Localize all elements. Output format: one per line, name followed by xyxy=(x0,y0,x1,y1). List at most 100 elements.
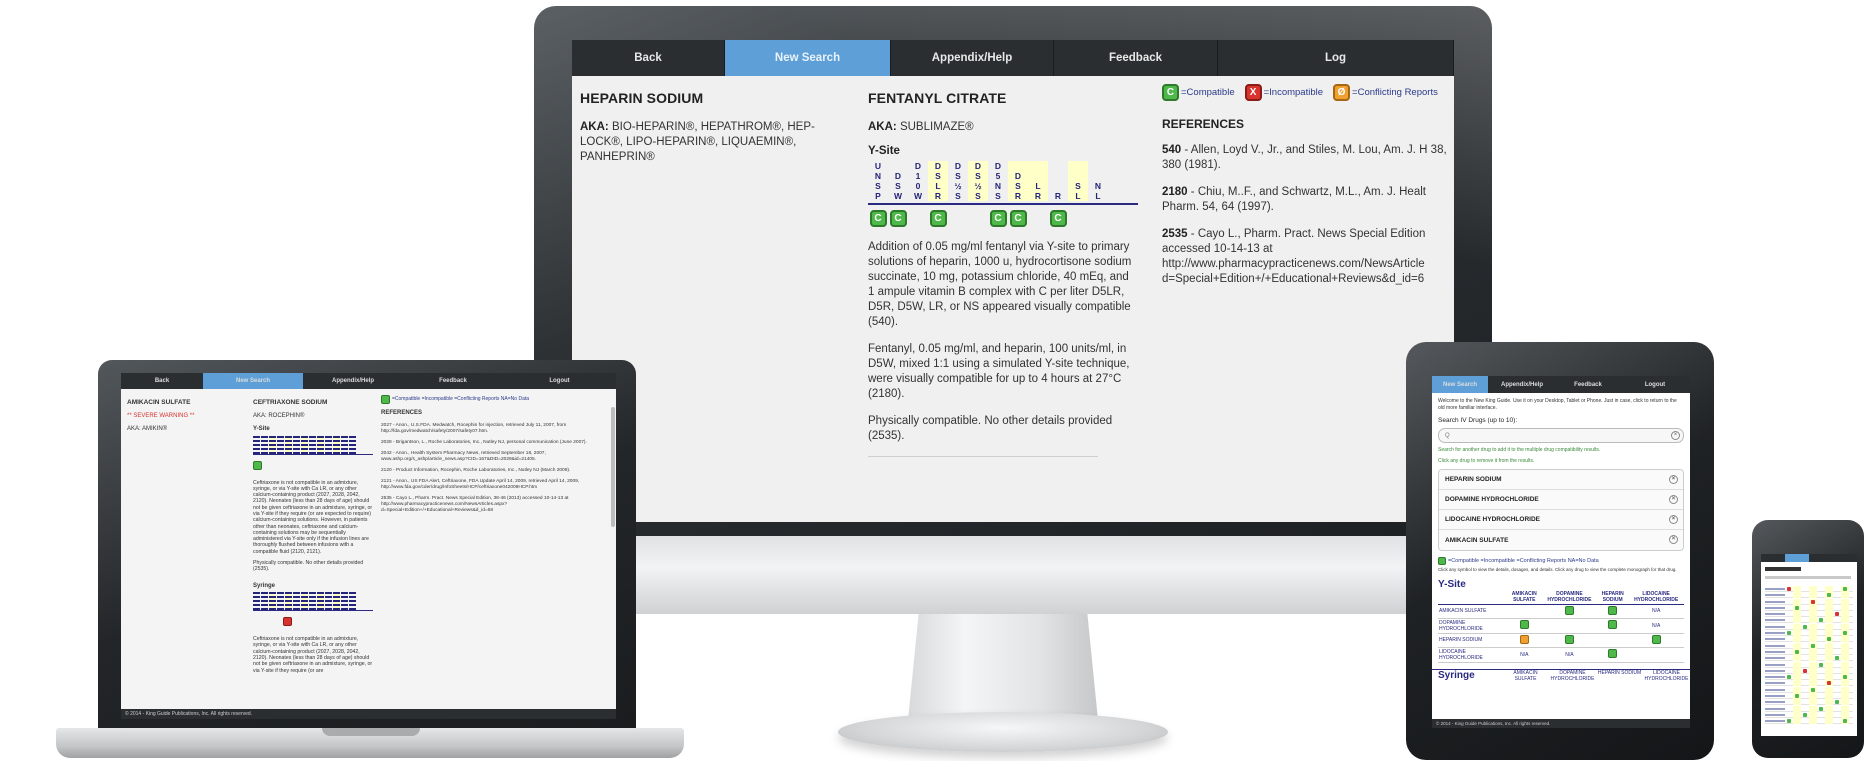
drug1-title[interactable]: HEPARIN SODIUM xyxy=(580,90,842,106)
ysite-solution-column[interactable]: NL xyxy=(1088,161,1108,201)
phone-grid-cell xyxy=(1841,630,1849,637)
remove-icon[interactable]: × xyxy=(1669,535,1678,544)
laptop-drug1-title[interactable]: AMIKACIN SULFATE xyxy=(127,399,245,407)
drug-list-item[interactable]: AMIKACIN SULFATE × xyxy=(1439,530,1683,550)
remove-icon[interactable]: × xyxy=(1669,475,1678,484)
compatible-icon[interactable] xyxy=(1608,620,1618,629)
compatible-icon[interactable] xyxy=(1608,605,1618,615)
ysite-solution-column[interactable]: D5NS xyxy=(988,161,1008,201)
phone-row-label xyxy=(1765,663,1785,666)
phone-grid-cell xyxy=(1793,636,1801,643)
compat-cell[interactable] xyxy=(1597,633,1629,648)
phone-nav-item[interactable] xyxy=(1761,554,1785,562)
remove-icon[interactable]: × xyxy=(1669,495,1678,504)
compatible-icon[interactable] xyxy=(1564,634,1574,644)
ysite-solution-column[interactable]: R xyxy=(1048,161,1068,201)
ysite-solution-column[interactable]: LR xyxy=(1028,161,1048,201)
compatible-icon[interactable] xyxy=(1564,605,1574,615)
compat-cell[interactable] xyxy=(1628,633,1684,648)
conflicting-icon[interactable] xyxy=(1519,634,1529,644)
clear-icon[interactable]: × xyxy=(1671,431,1680,440)
drug-list-item[interactable]: LIDOCAINE HYDROCHLORIDE × xyxy=(1439,510,1683,530)
laptop-nav-new-search[interactable]: New Search xyxy=(203,373,303,389)
table-header[interactable]: DOPAMINE HYDROCHLORIDE xyxy=(1549,670,1596,682)
table-header[interactable]: LIDOCAINE HYDROCHLORIDE xyxy=(1643,670,1690,682)
compat-cell[interactable] xyxy=(1541,633,1598,648)
compatible-icon[interactable]: C xyxy=(989,209,1007,227)
laptop-drug2-title[interactable]: CEFTRIAXONE SODIUM xyxy=(253,399,373,407)
table-header[interactable]: LIDOCAINE HYDROCHLORIDE xyxy=(1628,589,1684,605)
ysite-solution-column[interactable]: UNSP xyxy=(868,161,888,201)
compat-cell[interactable] xyxy=(1506,604,1542,619)
compat-cell[interactable] xyxy=(1597,604,1629,619)
laptop-nav-feedback[interactable]: Feedback xyxy=(403,373,503,389)
phone-grid-cell xyxy=(1801,586,1809,592)
phone-nav-item[interactable] xyxy=(1833,554,1857,562)
compatible-icon[interactable] xyxy=(1519,620,1529,629)
row-drug-name[interactable]: DOPAMINE HYDROCHLORIDE xyxy=(1438,618,1507,634)
phone-grid-cell xyxy=(1817,693,1825,699)
nav-new-search[interactable]: New Search xyxy=(725,40,891,76)
laptop-scrollbar[interactable] xyxy=(611,407,615,527)
compat-cell[interactable] xyxy=(1506,633,1542,648)
phone-grid-cell xyxy=(1841,617,1849,624)
compat-cell[interactable] xyxy=(1506,618,1542,634)
nav-feedback[interactable]: Feedback xyxy=(1054,40,1218,76)
tablet-search-input[interactable]: Q × xyxy=(1438,428,1684,443)
tablet-nav-appendix-help[interactable]: Appendix/Help xyxy=(1488,376,1556,393)
compatible-icon[interactable] xyxy=(1608,649,1618,658)
compat-cell[interactable]: N/A xyxy=(1541,647,1598,663)
tablet-nav-logout[interactable]: Logout xyxy=(1620,376,1690,393)
compatible-icon[interactable] xyxy=(253,460,262,470)
row-drug-name[interactable]: HEPARIN SODIUM xyxy=(1438,633,1507,648)
table-header[interactable]: HEPARIN SODIUM xyxy=(1597,589,1629,605)
compat-cell[interactable]: N/A xyxy=(1506,647,1542,663)
tablet-nav-new-search[interactable]: New Search xyxy=(1432,376,1488,393)
ysite-solution-column[interactable]: DSR xyxy=(1008,161,1028,201)
compat-cell[interactable] xyxy=(1597,618,1629,634)
laptop-nav-logout[interactable]: Logout xyxy=(503,373,616,389)
laptop-nav-appendix-help[interactable]: Appendix/Help xyxy=(303,373,403,389)
laptop-nav-back[interactable]: Back xyxy=(121,373,203,389)
phone-grid-cell xyxy=(1809,667,1817,674)
compat-cell[interactable] xyxy=(1597,647,1629,663)
incompatible-icon[interactable] xyxy=(283,617,292,627)
ysite-solution-column[interactable]: DSW xyxy=(888,161,908,201)
grid-col xyxy=(293,592,300,611)
compat-cell[interactable] xyxy=(1628,647,1684,663)
phone-nav-item[interactable] xyxy=(1785,554,1809,562)
compatible-icon[interactable]: C xyxy=(1049,209,1067,227)
drug-list-item[interactable]: HEPARIN SODIUM × xyxy=(1439,470,1683,490)
tablet-nav-feedback[interactable]: Feedback xyxy=(1556,376,1620,393)
nav-appendix-help[interactable]: Appendix/Help xyxy=(891,40,1054,76)
compat-cell[interactable] xyxy=(1541,604,1598,619)
compatible-icon[interactable]: C xyxy=(929,209,947,227)
table-header[interactable]: AMIKACIN SULFATE xyxy=(1506,589,1542,605)
compatible-icon[interactable]: C xyxy=(869,209,887,227)
compat-cell[interactable]: N/A xyxy=(1628,618,1684,634)
ysite-solution-column[interactable]: DS½S xyxy=(948,161,968,201)
phone-grid-cell xyxy=(1841,623,1849,630)
table-header[interactable]: HEPARIN SODIUM xyxy=(1596,670,1643,682)
ysite-solution-column[interactable]: DS½S xyxy=(968,161,988,201)
phone-nav-item[interactable] xyxy=(1809,554,1833,562)
nav-back[interactable]: Back xyxy=(572,40,725,76)
table-header[interactable]: DOPAMINE HYDROCHLORIDE xyxy=(1541,589,1598,605)
laptop-drug2-aka: AKA: ROCEPHIN® xyxy=(253,412,305,419)
remove-icon[interactable]: × xyxy=(1669,515,1678,524)
compat-cell[interactable] xyxy=(1541,618,1598,634)
phone-grid-cell xyxy=(1793,592,1801,599)
compat-cell[interactable]: N/A xyxy=(1628,604,1684,619)
compatible-icon[interactable]: C xyxy=(1009,209,1027,227)
table-header[interactable]: AMIKACIN SULFATE xyxy=(1502,670,1549,682)
ysite-solution-column[interactable]: DSLR xyxy=(928,161,948,201)
nav-logout[interactable]: Log xyxy=(1218,40,1454,76)
ysite-solution-column[interactable]: D10W xyxy=(908,161,928,201)
drug2-title[interactable]: FENTANYL CITRATE xyxy=(868,90,1138,106)
compatible-icon[interactable]: C xyxy=(889,209,907,227)
drug-list-item[interactable]: DOPAMINE HYDROCHLORIDE × xyxy=(1439,490,1683,510)
row-drug-name[interactable]: LIDOCAINE HYDROCHLORIDE xyxy=(1438,647,1507,663)
row-drug-name[interactable]: AMIKACIN SULFATE xyxy=(1438,604,1507,619)
compatible-icon[interactable] xyxy=(1651,634,1661,644)
ysite-solution-column[interactable]: SL xyxy=(1068,161,1088,201)
